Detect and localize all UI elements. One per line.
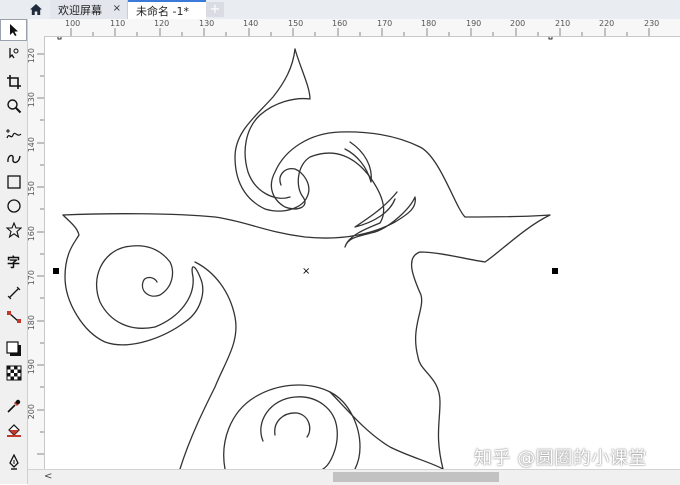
- drop-shadow-icon[interactable]: [0, 338, 27, 360]
- ruler-label: 120: [27, 48, 36, 64]
- scroll-left-icon[interactable]: <: [44, 471, 52, 482]
- selection-center-marker: ×: [302, 266, 310, 277]
- smart-fill-icon[interactable]: [0, 451, 27, 473]
- drawing-canvas[interactable]: ×: [45, 37, 680, 469]
- vertical-ruler[interactable]: 120 130 140 150 160 170 180 190 200: [27, 36, 45, 469]
- ruler-label: 120: [154, 19, 170, 28]
- ruler-label: 200: [27, 404, 36, 420]
- home-icon[interactable]: [22, 0, 49, 19]
- rectangle-tool-icon[interactable]: [0, 171, 27, 193]
- selection-handle: [548, 37, 553, 40]
- ruler-label: 230: [644, 19, 660, 28]
- ruler-label: 140: [243, 19, 259, 28]
- ruler-label: 100: [65, 19, 81, 28]
- vector-shape-outline: [354, 191, 398, 228]
- tab-untitled-document[interactable]: 未命名 -1*: [128, 0, 206, 19]
- ruler-label: 160: [27, 226, 36, 242]
- vector-shape-outline: [344, 141, 372, 183]
- scrollbar-thumb[interactable]: [333, 472, 499, 482]
- artistic-media-icon[interactable]: [0, 147, 27, 169]
- interactive-fill-icon[interactable]: [0, 419, 27, 441]
- ruler-label: 210: [555, 19, 571, 28]
- ruler-label: 190: [27, 359, 36, 375]
- selection-handle: [552, 268, 558, 274]
- ruler-label: 180: [421, 19, 437, 28]
- text-tool-glyph: 字: [6, 255, 20, 271]
- vector-shape-outline: [244, 48, 311, 199]
- ruler-label: 160: [332, 19, 348, 28]
- freehand-tool-icon[interactable]: [0, 123, 27, 145]
- crop-tool-icon[interactable]: [0, 71, 27, 93]
- vector-shape-outline: [62, 214, 204, 346]
- vector-shape-outline: [179, 261, 237, 469]
- ruler-label: 170: [377, 19, 393, 28]
- tab-welcome-label: 欢迎屏幕: [58, 3, 102, 17]
- ruler-label: 150: [288, 19, 304, 28]
- close-icon[interactable]: ×: [113, 3, 121, 14]
- ruler-label: 190: [466, 19, 482, 28]
- eyedropper-icon[interactable]: [0, 395, 27, 417]
- tab-welcome-screen[interactable]: 欢迎屏幕 ×: [50, 0, 128, 19]
- transparency-icon[interactable]: [0, 362, 27, 384]
- watermark: 知乎 @圆圈的小课堂: [474, 448, 647, 469]
- parallel-dimension-icon[interactable]: [0, 282, 27, 304]
- vector-shape-outline: [329, 391, 444, 469]
- ruler-label: 220: [599, 19, 615, 28]
- zoom-tool-icon[interactable]: [0, 95, 27, 117]
- text-tool-icon[interactable]: 字: [0, 250, 27, 272]
- ruler-origin-corner[interactable]: [28, 19, 45, 37]
- vector-shape-outline: [260, 396, 338, 469]
- shape-tool-icon[interactable]: [0, 42, 27, 64]
- ruler-label: 200: [510, 19, 526, 28]
- selection-handle: [53, 268, 59, 274]
- add-tab-button[interactable]: +: [206, 2, 224, 17]
- document-tab-bar: 欢迎屏幕 × 未命名 -1* +: [0, 0, 680, 20]
- selection-handle: [57, 37, 62, 40]
- horizontal-ruler[interactable]: 100 110 120 130 140 150 160 170 180 190 …: [44, 19, 680, 37]
- connector-tool-icon[interactable]: [0, 306, 27, 328]
- ruler-label: 140: [27, 137, 36, 153]
- ruler-label: 170: [27, 270, 36, 286]
- ruler-label: 150: [27, 181, 36, 197]
- ruler-label: 130: [199, 19, 215, 28]
- toolbox: 字: [0, 19, 28, 484]
- pick-tool-icon[interactable]: [0, 19, 27, 41]
- ruler-label: 110: [110, 19, 126, 28]
- ruler-label: 180: [27, 315, 36, 331]
- ellipse-tool-icon[interactable]: [0, 195, 27, 217]
- ruler-label: 130: [27, 92, 36, 108]
- vector-shape-outline: [274, 412, 311, 438]
- tab-document-label: 未命名 -1*: [136, 4, 189, 18]
- polygon-tool-icon[interactable]: [0, 219, 27, 241]
